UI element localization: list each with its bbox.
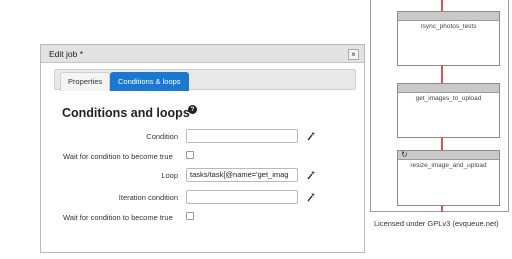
workflow-task[interactable]: ↻ resize_image_and_upload: [397, 150, 500, 206]
license-text: Licensed under GPLv3 (evqueue.net): [374, 219, 499, 228]
loop-label: Loop: [161, 171, 178, 180]
task-header-bar: [398, 84, 499, 93]
iteration-condition-label: Iteration condition: [118, 193, 178, 202]
loop-input[interactable]: tasks/task[@name='get_imag: [186, 168, 298, 182]
tab-conditions-loops[interactable]: Conditions & loops: [110, 72, 189, 91]
wait-iteration-label: Wait for condition to become true: [63, 213, 173, 222]
dialog-titlebar[interactable]: Edit job * ×: [41, 45, 364, 63]
help-icon[interactable]: ?: [188, 105, 197, 114]
condition-input[interactable]: [186, 129, 298, 143]
task-name: get_images_to_upload: [415, 95, 482, 102]
task-header-bar: [398, 12, 499, 21]
wait-condition-checkbox[interactable]: [186, 151, 194, 159]
magic-wand-icon[interactable]: [307, 192, 315, 202]
loop-icon: ↻: [401, 150, 408, 159]
tab-bar: Properties Conditions & loops: [54, 69, 356, 91]
workflow-task[interactable]: rsync_photos_tests: [397, 11, 500, 66]
workflow-connector: [441, 206, 443, 212]
workflow-connector: [441, 138, 443, 150]
wait-condition-label: Wait for condition to become true: [63, 152, 173, 161]
magic-wand-icon[interactable]: [307, 131, 315, 141]
task-name: resize_image_and_upload: [410, 162, 487, 169]
workflow-connector: [441, 66, 443, 83]
section-heading: Conditions and loops: [62, 106, 190, 120]
condition-label: Condition: [146, 132, 178, 141]
wait-iteration-checkbox[interactable]: [186, 212, 194, 220]
task-name: rsync_photos_tests: [420, 23, 477, 30]
magic-wand-icon[interactable]: [307, 170, 315, 180]
tab-properties[interactable]: Properties: [60, 72, 111, 91]
workflow-connector: [441, 0, 443, 11]
iteration-condition-input[interactable]: [186, 190, 298, 204]
close-button[interactable]: ×: [348, 49, 359, 60]
dialog-title: Edit job *: [49, 49, 84, 59]
workflow-task[interactable]: get_images_to_upload: [397, 83, 500, 138]
edit-job-dialog: Edit job * × Properties Conditions & loo…: [40, 44, 365, 253]
task-header-bar: ↻: [398, 150, 499, 160]
